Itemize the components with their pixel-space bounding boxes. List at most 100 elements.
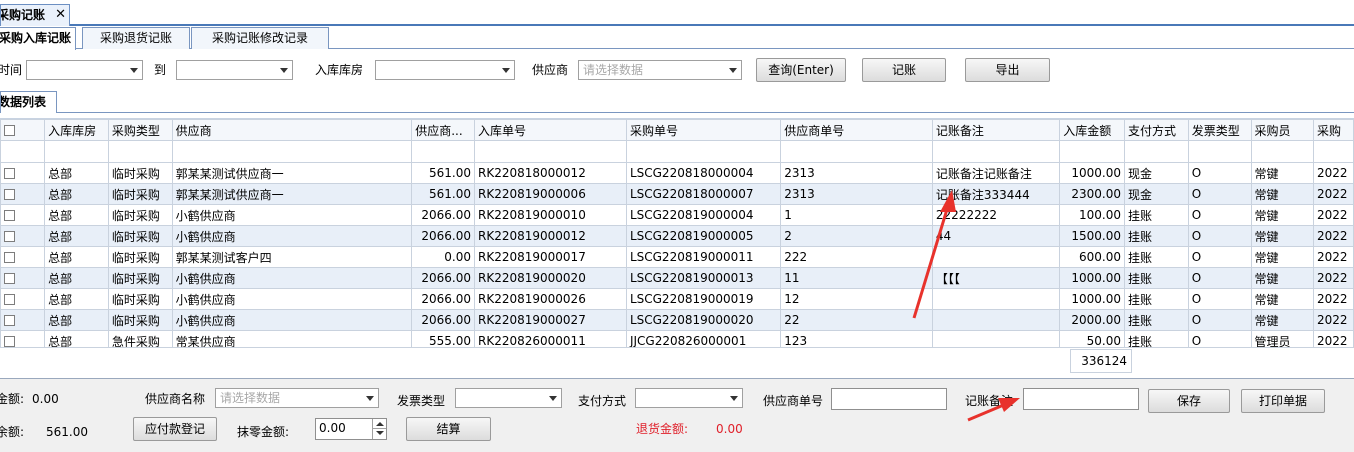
filter-cell[interactable] — [1312, 140, 1354, 163]
column-header[interactable]: 入库金额 — [1059, 119, 1125, 141]
chevron-down-icon[interactable] — [726, 389, 742, 407]
filter-cell[interactable] — [171, 140, 413, 163]
column-header[interactable]: 供应商单号 — [780, 119, 933, 141]
table-row[interactable]: 总部 临时采购 小鹤供应商 2066.00 RK220819000027 LSCG2208… — [0, 309, 1354, 331]
start-date-select[interactable] — [26, 60, 143, 80]
table-row[interactable]: 总部 临时采购 小鹤供应商 2066.00 RK220819000010 LSCG2208… — [0, 204, 1354, 226]
table-cell: 123 — [780, 330, 933, 347]
table-cell: 急件采购 — [107, 330, 173, 347]
column-header[interactable]: 入库库房 — [44, 119, 109, 141]
column-header[interactable]: 记账备注 — [931, 119, 1061, 141]
supplier-select[interactable]: 请选择数据 — [578, 60, 742, 80]
table-cell: LSCG220818000007 — [625, 183, 782, 205]
table-cell: 1000.00 — [1059, 288, 1125, 310]
row-checkbox[interactable] — [0, 225, 46, 247]
window-tab-purchase-posting[interactable]: 采购记账 ✕ — [0, 4, 70, 26]
rounding-amount-stepper[interactable]: 0.00 — [315, 418, 387, 440]
post-button[interactable]: 记账 — [862, 58, 946, 82]
column-header[interactable]: 入库单号 — [474, 119, 627, 141]
column-header[interactable]: 采购员 — [1250, 119, 1314, 141]
invoice-type-select[interactable] — [455, 388, 562, 408]
row-checkbox[interactable] — [0, 267, 46, 289]
table-cell: 2066.00 — [411, 225, 475, 247]
supplier-no-label: 供应商单号 — [763, 394, 824, 408]
chevron-down-icon[interactable] — [545, 389, 561, 407]
window-tab-bar — [0, 0, 1354, 26]
column-header[interactable]: 供应商 — [171, 119, 413, 141]
filter-cell[interactable] — [44, 140, 109, 163]
column-header[interactable]: 采购 — [1312, 119, 1354, 141]
tab-purchase-inbound-posting[interactable]: 采购入库记账 — [0, 27, 76, 50]
table-row[interactable]: 总部 临时采购 小鹤供应商 2066.00 RK220819000026 LSCG2208… — [0, 288, 1354, 310]
row-checkbox[interactable] — [0, 330, 46, 347]
filter-cell[interactable] — [1250, 140, 1314, 163]
column-header[interactable]: 发票类型 — [1187, 119, 1252, 141]
remark-input[interactable] — [1023, 388, 1139, 410]
export-button[interactable]: 导出 — [965, 58, 1050, 82]
table-cell: 临时采购 — [107, 309, 173, 331]
payment-method-select[interactable] — [635, 388, 743, 408]
stepper-up-icon[interactable] — [372, 419, 386, 429]
table-cell: 2022 — [1312, 288, 1354, 310]
chevron-down-icon[interactable] — [126, 61, 142, 79]
table-cell: 常键 — [1250, 288, 1314, 310]
table-cell: 222 — [780, 246, 933, 268]
table-row[interactable]: 总部 临时采购 郭某某测试供应商一 561.00 RK220818000012 LSCG2… — [0, 162, 1354, 184]
save-button[interactable]: 保存 — [1148, 389, 1230, 413]
filter-cell[interactable] — [411, 140, 475, 163]
table-row[interactable]: 总部 临时采购 小鹤供应商 2066.00 RK220819000012 LSCG2208… — [0, 225, 1354, 247]
row-checkbox[interactable] — [0, 204, 46, 226]
table-row[interactable]: 总部 临时采购 郭某某测试客户四 0.00 RK220819000017 LSCG2208… — [0, 246, 1354, 268]
supplier-no-input[interactable] — [831, 388, 947, 410]
filter-cell[interactable] — [780, 140, 933, 163]
column-header[interactable]: 采购类型 — [107, 119, 173, 141]
table-cell: 22 — [780, 309, 933, 331]
select-all-checkbox[interactable] — [0, 119, 46, 141]
tab-posting-modification-log[interactable]: 采购记账修改记录 — [191, 27, 329, 49]
table-cell: O — [1187, 225, 1252, 247]
table-row[interactable]: 总部 临时采购 小鹤供应商 2066.00 RK220819000020 LSCG2208… — [0, 267, 1354, 289]
data-grid: 入库库房 采购类型 供应商 供应商... 入库单号 采购单号 供应商单号 记账备… — [0, 118, 1354, 347]
tab-data-list[interactable]: 数据列表 — [0, 91, 57, 113]
end-date-select[interactable] — [176, 60, 293, 80]
column-header[interactable]: 采购单号 — [625, 119, 782, 141]
warehouse-select[interactable] — [375, 60, 515, 80]
chevron-down-icon[interactable] — [725, 61, 741, 79]
filter-cell[interactable] — [931, 140, 1061, 163]
table-cell: 总部 — [44, 267, 109, 289]
close-icon[interactable]: ✕ — [55, 5, 66, 25]
table-cell: 总部 — [44, 225, 109, 247]
chevron-down-icon[interactable] — [362, 389, 378, 407]
table-cell: 常键 — [1250, 246, 1314, 268]
time-label: 时间 — [0, 63, 23, 77]
row-checkbox[interactable] — [0, 309, 46, 331]
table-cell: 1000.00 — [1059, 162, 1125, 184]
supplier-name-select[interactable]: 请选择数据 — [215, 388, 379, 408]
query-button[interactable]: 查询(Enter) — [756, 58, 846, 82]
chevron-down-icon[interactable] — [276, 61, 292, 79]
table-row[interactable]: 总部 临时采购 郭某某测试供应商一 561.00 RK220819000006 LSCG2… — [0, 183, 1354, 205]
row-checkbox[interactable] — [0, 183, 46, 205]
row-checkbox[interactable] — [0, 246, 46, 268]
tab-purchase-return-posting[interactable]: 采购退货记账 — [82, 27, 190, 49]
filter-cell[interactable] — [1123, 140, 1189, 163]
filter-cell[interactable] — [0, 140, 46, 163]
rounding-value: 0.00 — [319, 421, 346, 435]
filter-cell[interactable] — [1187, 140, 1252, 163]
table-row[interactable]: 总部 急件采购 常某供应商 555.00 RK220826000011 JJCG22082… — [0, 330, 1354, 347]
supplier-name-label: 供应商名称 — [145, 392, 206, 406]
stepper-down-icon[interactable] — [372, 429, 386, 439]
filter-cell[interactable] — [107, 140, 173, 163]
payable-registration-button[interactable]: 应付款登记 — [133, 417, 217, 441]
row-checkbox[interactable] — [0, 162, 46, 184]
row-checkbox[interactable] — [0, 288, 46, 310]
column-header[interactable]: 支付方式 — [1123, 119, 1189, 141]
column-header[interactable]: 供应商... — [411, 119, 475, 141]
settle-button[interactable]: 结算 — [406, 417, 491, 441]
filter-cell[interactable] — [474, 140, 627, 163]
table-cell: 2300.00 — [1059, 183, 1125, 205]
chevron-down-icon[interactable] — [498, 61, 514, 79]
print-button[interactable]: 打印单据 — [1241, 389, 1325, 413]
filter-cell[interactable] — [625, 140, 782, 163]
filter-cell[interactable] — [1059, 140, 1125, 163]
